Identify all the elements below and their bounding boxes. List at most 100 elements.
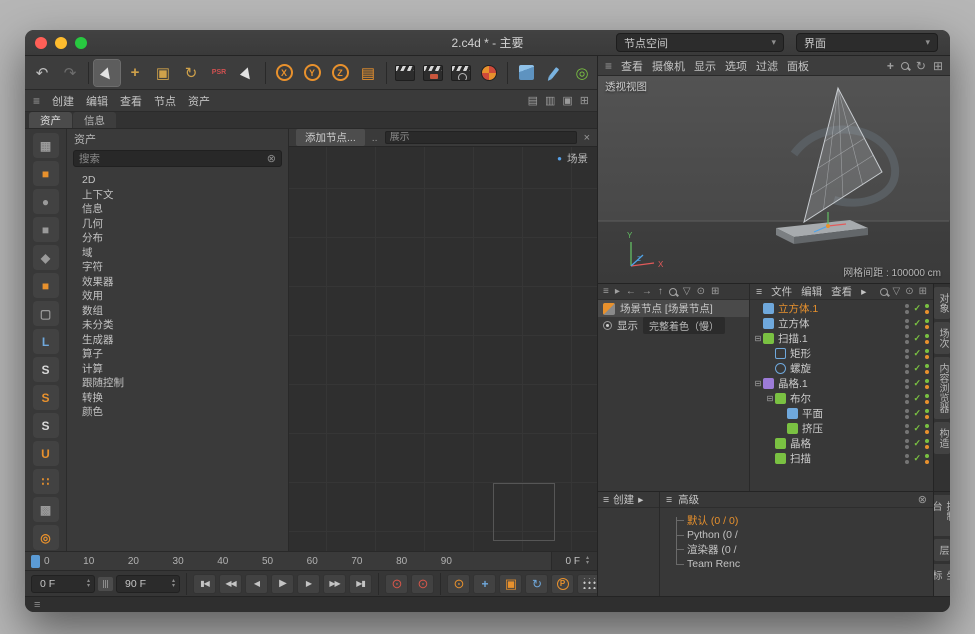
timeline-ruler[interactable]: 0 10 20 30 40 50 60 70 80 90 0 F ▴▾	[25, 551, 597, 570]
category-item[interactable]: 转换	[67, 391, 288, 406]
category-item[interactable]: 生成器	[67, 333, 288, 348]
platonic-primitive-icon[interactable]: ■	[33, 273, 59, 298]
keying-settings-button[interactable]	[577, 574, 597, 594]
next-key-button[interactable]: ▶▶	[323, 574, 346, 594]
record-position-toggle[interactable]: +	[473, 574, 496, 594]
tab-layers[interactable]: 层	[934, 539, 950, 561]
record-rotation-toggle[interactable]: ↻	[525, 574, 548, 594]
menu-icon[interactable]: ≡	[603, 494, 609, 506]
collapse-icon[interactable]: ⊟	[765, 394, 775, 403]
chevron-right-icon[interactable]: ▸	[861, 286, 866, 298]
object-row[interactable]: ⊟ 扫描.1 ✓	[750, 331, 933, 346]
box-primitive-icon[interactable]: ■	[33, 217, 59, 242]
orbit-view-icon[interactable]: ↻	[916, 59, 926, 73]
node-space-select[interactable]: 节点空间 ▾	[616, 33, 784, 52]
minimize-window-button[interactable]	[55, 37, 67, 49]
category-item[interactable]: 字符	[67, 260, 288, 275]
search-input[interactable]	[79, 153, 267, 165]
tab-advanced[interactable]: 高级	[678, 492, 699, 507]
menu-icon[interactable]: ≡	[666, 494, 672, 506]
object-toggles[interactable]: ✓	[905, 348, 929, 359]
undo-button[interactable]: ↶	[29, 60, 55, 86]
scene-node-root-row[interactable]: 场景节点 [场景节点]	[598, 300, 749, 317]
spline-s1-icon[interactable]: S	[33, 357, 59, 382]
menu-node[interactable]: 节点	[154, 93, 176, 109]
sphere-primitive-icon[interactable]: ●	[33, 189, 59, 214]
vp-menu-view[interactable]: 查看	[621, 58, 643, 74]
search-icon[interactable]	[880, 288, 888, 296]
filter-icon[interactable]: ▽	[683, 286, 691, 297]
menu-icon[interactable]: ≡	[756, 286, 762, 298]
prev-frame-button[interactable]: ◀	[245, 574, 268, 594]
node-canvas[interactable]: ● 场景	[289, 147, 597, 551]
goto-end-button[interactable]: ▶▮	[349, 574, 372, 594]
om-menu-edit[interactable]: 编辑	[801, 284, 822, 299]
category-item[interactable]: 分布	[67, 231, 288, 246]
tab-create[interactable]: 创建	[613, 492, 634, 507]
l-spline-icon[interactable]: L	[33, 329, 59, 354]
object-toggles[interactable]: ✓	[905, 303, 929, 314]
om-menu-view[interactable]: 查看	[831, 284, 852, 299]
object-toggles[interactable]: ✓	[905, 393, 929, 404]
object-row[interactable]: 立方体.1 ✓	[750, 301, 933, 316]
target-icon[interactable]: ⊙	[905, 286, 913, 297]
category-item[interactable]: 上下文	[67, 188, 288, 203]
object-toggles[interactable]: ✓	[905, 363, 929, 374]
play-button[interactable]: ▶	[271, 574, 294, 594]
record-scale-toggle[interactable]: ▣	[499, 574, 522, 594]
render-picture-button[interactable]	[420, 60, 446, 86]
object-row[interactable]: 立方体 ✓	[750, 316, 933, 331]
lock-icon[interactable]: ▣	[562, 94, 572, 107]
autokey-button[interactable]: ⊙	[411, 574, 434, 594]
vp-menu-options[interactable]: 选项	[725, 58, 747, 74]
perspective-viewport[interactable]: Y X z 透视视图 网格间距 : 100000 cm	[598, 76, 950, 284]
rect-select-button[interactable]	[234, 60, 260, 86]
swirl-icon[interactable]: ◎	[33, 525, 59, 550]
prev-key-button[interactable]: ◀◀	[219, 574, 242, 594]
magnet-icon[interactable]: U	[33, 441, 59, 466]
menu-icon[interactable]: ≡	[605, 59, 612, 73]
tree-item-default[interactable]: 默认 (0 / 0)	[676, 513, 933, 528]
mograph-button[interactable]: ◎	[569, 60, 595, 86]
forward-icon[interactable]: →	[642, 286, 652, 297]
panel-split-icon[interactable]: ▤	[528, 94, 538, 107]
category-item[interactable]: 计算	[67, 362, 288, 377]
object-row[interactable]: 矩形 ✓	[750, 346, 933, 361]
panel-single-icon[interactable]: ▥	[545, 94, 555, 107]
vp-menu-filter[interactable]: 过滤	[756, 58, 778, 74]
display-mode-row[interactable]: 显示 完整着色（慢）	[598, 317, 749, 334]
object-toggles[interactable]: ✓	[905, 423, 929, 434]
tab-info[interactable]: 信息	[73, 112, 116, 128]
add-node-button[interactable]: 添加节点...	[296, 129, 365, 146]
move-tool-button[interactable]: +	[122, 60, 148, 86]
object-row[interactable]: 扫描 ✓	[750, 451, 933, 466]
search-clear-icon[interactable]: ⊗	[267, 152, 276, 165]
maximize-view-icon[interactable]: ⊞	[933, 59, 943, 73]
cube-primitive-icon[interactable]: ■	[33, 161, 59, 186]
display-mode-value[interactable]: 完整着色（慢）	[643, 317, 725, 334]
goto-start-button[interactable]: ▮◀	[193, 574, 216, 594]
render-view-button[interactable]	[392, 60, 418, 86]
object-row[interactable]: 挤压 ✓	[750, 421, 933, 436]
tree-item-teamrender[interactable]: Team Renc	[676, 557, 933, 572]
chevron-right-icon[interactable]: ▸	[638, 494, 643, 506]
keyframe-button[interactable]: ⊙	[447, 574, 470, 594]
filter-icon[interactable]: ▽	[893, 286, 901, 297]
material-button[interactable]	[476, 60, 502, 86]
axis-x-lock-button[interactable]: X	[271, 60, 297, 86]
category-item[interactable]: 几何	[67, 217, 288, 232]
current-frame-field[interactable]: 0 F ▴▾	[551, 552, 597, 570]
object-toggles[interactable]: ✓	[905, 318, 929, 329]
zoom-view-icon[interactable]	[901, 62, 909, 70]
menu-icon[interactable]: ≡	[603, 286, 609, 297]
render-settings-button[interactable]	[448, 60, 474, 86]
object-toggles[interactable]: ✓	[905, 453, 929, 464]
category-item[interactable]: 信息	[67, 202, 288, 217]
range-slider-handle[interactable]	[98, 577, 113, 591]
collapse-icon[interactable]: ⊟	[753, 334, 763, 343]
object-row[interactable]: 螺旋 ✓	[750, 361, 933, 376]
plane-primitive-icon[interactable]: ▢	[33, 301, 59, 326]
vp-menu-display[interactable]: 显示	[694, 58, 716, 74]
close-window-button[interactable]	[35, 37, 47, 49]
new-window-icon[interactable]: ⊞	[580, 94, 589, 107]
